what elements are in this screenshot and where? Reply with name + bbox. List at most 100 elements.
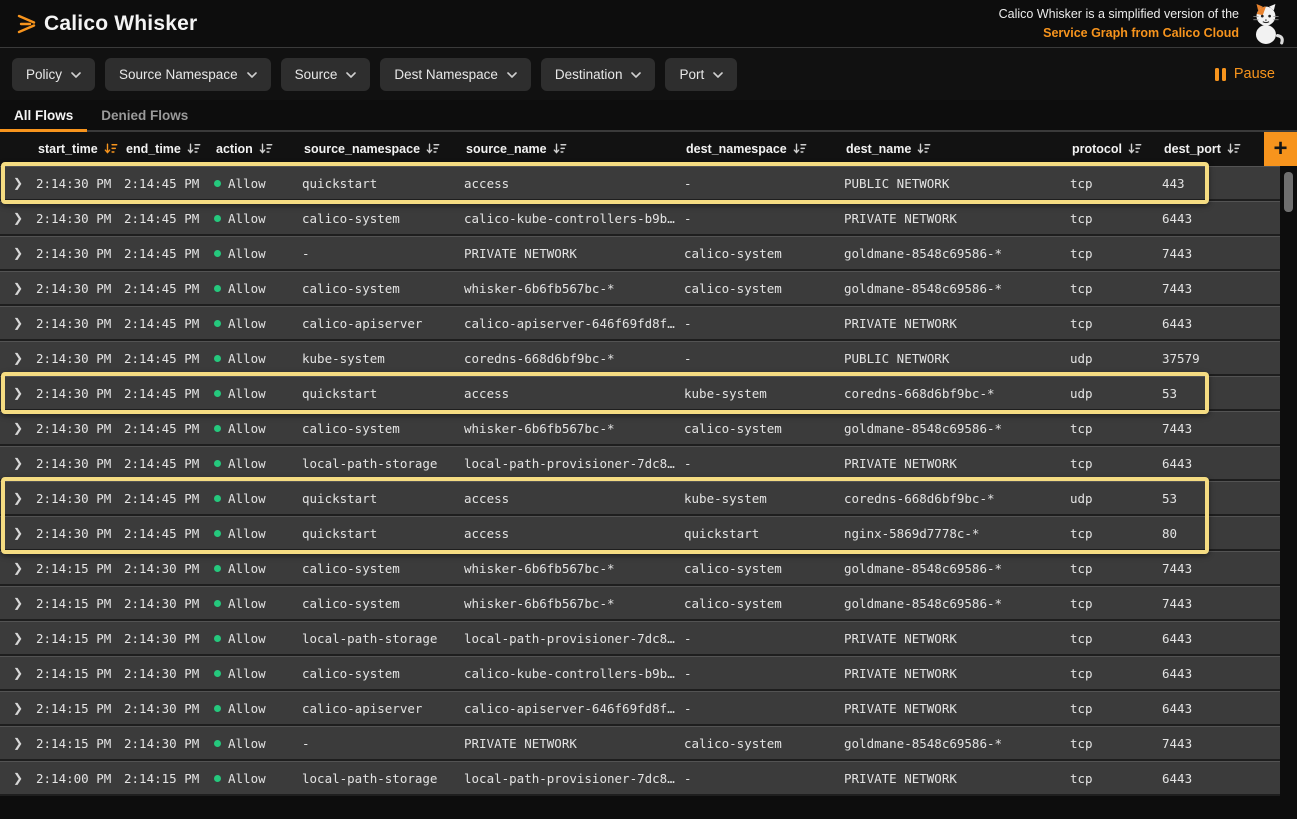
cell-source-name: access [464,491,684,506]
filter-source[interactable]: Source [281,58,371,91]
action-label: Allow [228,421,266,436]
column-header-end_time[interactable]: end_time [124,142,214,156]
expand-chevron-icon[interactable]: ❯ [0,701,36,715]
pause-icon [1215,68,1226,81]
expand-chevron-icon[interactable]: ❯ [0,596,36,610]
filter-source-namespace[interactable]: Source Namespace [105,58,271,91]
cell-action: Allow [214,631,302,646]
expand-chevron-icon[interactable]: ❯ [0,666,36,680]
sort-icon[interactable] [1128,143,1142,155]
tab-denied-flows[interactable]: Denied Flows [87,100,202,130]
service-graph-link[interactable]: Service Graph from Calico Cloud [999,24,1239,42]
pause-label: Pause [1234,66,1275,82]
column-header-source_name[interactable]: source_name [464,142,684,156]
table-row[interactable]: ❯2:14:30 PM2:14:45 PMAllowquickstartacce… [0,516,1280,551]
column-label: source_name [466,142,547,156]
cell-start-time: 2:14:30 PM [36,386,124,401]
table-row[interactable]: ❯2:14:30 PM2:14:45 PMAllowquickstartacce… [0,481,1280,516]
cell-action: Allow [214,176,302,191]
table-row[interactable]: ❯2:14:15 PM2:14:30 PMAllowlocal-path-sto… [0,621,1280,656]
expand-chevron-icon[interactable]: ❯ [0,456,36,470]
filter-destination[interactable]: Destination [541,58,656,91]
cell-dest-port: 6443 [1162,701,1250,716]
expand-chevron-icon[interactable]: ❯ [0,211,36,225]
table-row[interactable]: ❯2:14:30 PM2:14:45 PMAllowcalico-systemw… [0,411,1280,446]
expand-chevron-icon[interactable]: ❯ [0,491,36,505]
table-row[interactable]: ❯2:14:30 PM2:14:45 PMAllowcalico-apiserv… [0,306,1280,341]
cell-dest-namespace: - [684,631,844,646]
cell-protocol: tcp [1070,246,1162,261]
sort-icon[interactable] [187,143,201,155]
vertical-scrollbar[interactable] [1283,168,1295,798]
cell-end-time: 2:14:30 PM [124,736,214,751]
filter-dest-namespace[interactable]: Dest Namespace [380,58,531,91]
sort-icon[interactable] [259,143,273,155]
column-header-start_time[interactable]: start_time [36,142,124,156]
column-header-action[interactable]: action [214,142,302,156]
filter-policy[interactable]: Policy [12,58,95,91]
table-row[interactable]: ❯2:14:30 PM2:14:45 PMAllowlocal-path-sto… [0,446,1280,481]
cell-dest-port: 7443 [1162,281,1250,296]
sort-icon[interactable] [917,143,931,155]
table-row[interactable]: ❯2:14:15 PM2:14:30 PMAllow-PRIVATE NETWO… [0,726,1280,761]
table-row[interactable]: ❯2:14:15 PM2:14:30 PMAllowcalico-apiserv… [0,691,1280,726]
expand-chevron-icon[interactable]: ❯ [0,281,36,295]
action-label: Allow [228,211,266,226]
sort-icon[interactable] [1227,143,1241,155]
column-header-dest_port[interactable]: dest_port [1162,142,1250,156]
cell-end-time: 2:14:45 PM [124,211,214,226]
scrollbar-thumb[interactable] [1284,172,1293,212]
sort-icon[interactable] [426,143,440,155]
cell-source-namespace: calico-system [302,211,464,226]
table-row[interactable]: ❯2:14:30 PM2:14:45 PMAllowcalico-systemc… [0,201,1280,236]
cell-protocol: tcp [1070,211,1162,226]
expand-chevron-icon[interactable]: ❯ [0,351,36,365]
action-label: Allow [228,281,266,296]
column-header-dest_namespace[interactable]: dest_namespace [684,142,844,156]
table-row[interactable]: ❯2:14:30 PM2:14:45 PMAllowkube-systemcor… [0,341,1280,376]
filter-label: Dest Namespace [394,67,498,82]
cat-mascot-icon [1249,3,1285,45]
expand-chevron-icon[interactable]: ❯ [0,176,36,190]
action-label: Allow [228,596,266,611]
expand-chevron-icon[interactable]: ❯ [0,316,36,330]
column-label: end_time [126,142,181,156]
sort-icon[interactable] [104,143,118,155]
table-row[interactable]: ❯2:14:15 PM2:14:30 PMAllowcalico-systemc… [0,656,1280,691]
expand-chevron-icon[interactable]: ❯ [0,421,36,435]
table-row[interactable]: ❯2:14:00 PM2:14:15 PMAllowlocal-path-sto… [0,761,1280,796]
cell-dest-name: nginx-5869d7778c-* [844,526,1070,541]
add-column-button[interactable]: + [1264,132,1297,166]
table-row[interactable]: ❯2:14:15 PM2:14:30 PMAllowcalico-systemw… [0,586,1280,621]
expand-chevron-icon[interactable]: ❯ [0,526,36,540]
cell-action: Allow [214,701,302,716]
table-row[interactable]: ❯2:14:30 PM2:14:45 PMAllow-PRIVATE NETWO… [0,236,1280,271]
table-row[interactable]: ❯2:14:30 PM2:14:45 PMAllowquickstartacce… [0,166,1280,201]
cell-dest-name: PRIVATE NETWORK [844,666,1070,681]
cell-protocol: udp [1070,351,1162,366]
expand-chevron-icon[interactable]: ❯ [0,561,36,575]
expand-chevron-icon[interactable]: ❯ [0,736,36,750]
expand-chevron-icon[interactable]: ❯ [0,631,36,645]
action-label: Allow [228,176,266,191]
pause-button[interactable]: Pause [1205,60,1285,88]
cell-start-time: 2:14:30 PM [36,351,124,366]
allow-status-dot [214,285,221,292]
cell-dest-namespace: calico-system [684,561,844,576]
sort-icon[interactable] [553,143,567,155]
allow-status-dot [214,670,221,677]
column-header-dest_name[interactable]: dest_name [844,142,1070,156]
expand-chevron-icon[interactable]: ❯ [0,386,36,400]
sort-icon[interactable] [793,143,807,155]
cell-source-name: PRIVATE NETWORK [464,736,684,751]
table-row[interactable]: ❯2:14:15 PM2:14:30 PMAllowcalico-systemw… [0,551,1280,586]
table-row[interactable]: ❯2:14:30 PM2:14:45 PMAllowcalico-systemw… [0,271,1280,306]
column-header-protocol[interactable]: protocol [1070,142,1162,156]
cell-dest-port: 6443 [1162,316,1250,331]
tab-all-flows[interactable]: All Flows [0,100,87,130]
expand-chevron-icon[interactable]: ❯ [0,246,36,260]
table-row[interactable]: ❯2:14:30 PM2:14:45 PMAllowquickstartacce… [0,376,1280,411]
filter-port[interactable]: Port [665,58,737,91]
expand-chevron-icon[interactable]: ❯ [0,771,36,785]
column-header-source_namespace[interactable]: source_namespace [302,142,464,156]
